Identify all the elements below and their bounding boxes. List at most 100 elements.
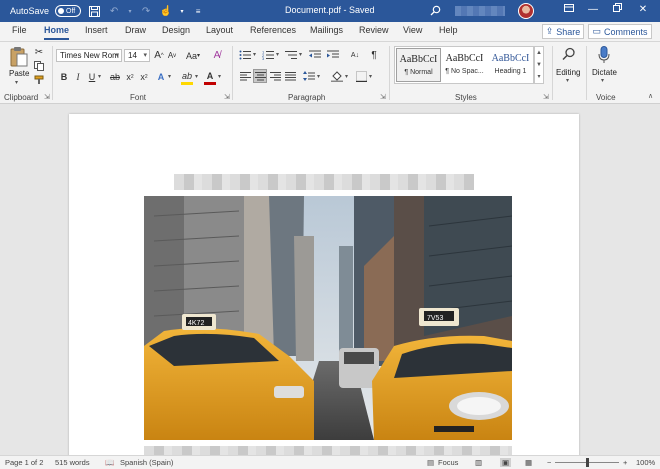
document-area[interactable]: 4K72 7V53	[0, 104, 660, 455]
tab-references[interactable]: References	[250, 25, 296, 35]
style-no-spacing[interactable]: AaBbCcI ¶ No Spac...	[442, 48, 487, 82]
paragraph-launcher-icon[interactable]: ⇲	[380, 93, 386, 101]
find-icon[interactable]	[560, 45, 578, 63]
touch-mode-icon[interactable]: ☝	[159, 4, 173, 18]
justify-icon[interactable]	[283, 70, 297, 82]
align-left-icon[interactable]	[238, 70, 252, 82]
word-count[interactable]: 515 words	[55, 458, 90, 467]
show-formatting-icon[interactable]: ¶	[368, 49, 380, 61]
style-heading-1[interactable]: AaBbCcI Heading 1	[488, 48, 533, 82]
numbering-icon[interactable]: 123	[261, 49, 275, 61]
restore-icon[interactable]	[610, 3, 624, 17]
page-count[interactable]: Page 1 of 2	[5, 458, 43, 467]
superscript-button[interactable]: x2	[138, 70, 150, 83]
document-image[interactable]: 4K72 7V53	[144, 196, 512, 440]
borders-dropdown-icon[interactable]: ▾	[369, 73, 372, 80]
strikethrough-button[interactable]: ab	[108, 70, 122, 83]
undo-icon[interactable]: ↶	[107, 4, 121, 18]
tab-mailings[interactable]: Mailings	[310, 25, 343, 35]
dictate-label[interactable]: Dictate	[592, 68, 617, 77]
paste-icon[interactable]	[8, 46, 30, 68]
tab-design[interactable]: Design	[162, 25, 190, 35]
autosave-toggle[interactable]: Off	[55, 5, 82, 17]
tab-layout[interactable]: Layout	[206, 25, 233, 35]
zoom-slider-thumb[interactable]	[586, 458, 589, 467]
redo-icon[interactable]: ↷	[139, 4, 153, 18]
decrease-indent-icon[interactable]	[308, 49, 322, 61]
print-layout-icon[interactable]: ▣	[500, 458, 512, 467]
bold-button[interactable]: B	[58, 70, 70, 83]
italic-button[interactable]: I	[72, 70, 84, 83]
proofing-icon[interactable]: 📖	[105, 458, 114, 467]
touch-mode-dropdown-icon[interactable]: ▾	[179, 4, 185, 18]
align-right-icon[interactable]	[268, 70, 282, 82]
collapse-ribbon-icon[interactable]: ∧	[648, 92, 653, 100]
undo-dropdown-icon[interactable]: ▾	[127, 4, 133, 18]
search-icon[interactable]	[428, 3, 442, 17]
language[interactable]: Spanish (Spain)	[120, 458, 173, 467]
scroll-down-icon[interactable]: ▼	[535, 59, 543, 71]
clipboard-launcher-icon[interactable]: ⇲	[44, 93, 50, 101]
line-spacing-dropdown-icon[interactable]: ▾	[317, 73, 320, 80]
tab-help[interactable]: Help	[439, 25, 458, 35]
editing-label[interactable]: Editing	[556, 68, 580, 77]
account-name-redacted[interactable]	[455, 6, 505, 16]
paste-dropdown-icon[interactable]: ▾	[15, 79, 18, 86]
tab-view[interactable]: View	[403, 25, 422, 35]
highlight-dropdown-icon[interactable]: ▾	[195, 73, 198, 80]
close-icon[interactable]: ✕	[636, 3, 650, 17]
tab-home[interactable]: Home	[44, 25, 70, 40]
style-normal[interactable]: AaBbCcI ¶ Normal	[396, 48, 441, 82]
zoom-level[interactable]: 100%	[636, 458, 655, 467]
styles-launcher-icon[interactable]: ⇲	[543, 93, 549, 101]
zoom-in-button[interactable]: +	[623, 458, 627, 467]
read-mode-icon[interactable]: ▥	[475, 458, 482, 467]
font-color-dropdown-icon[interactable]: ▾	[218, 73, 221, 80]
save-icon[interactable]	[87, 4, 101, 18]
shrink-font-button[interactable]: Av	[166, 49, 178, 62]
underline-button[interactable]: U	[86, 70, 98, 83]
align-center-icon[interactable]	[253, 69, 267, 83]
paste-label[interactable]: Paste	[9, 69, 29, 78]
minimize-icon[interactable]: —	[586, 3, 600, 17]
grow-font-button[interactable]: A ^	[153, 49, 165, 62]
text-effects-dropdown-icon[interactable]: ▾	[168, 73, 171, 80]
numbering-dropdown-icon[interactable]: ▾	[276, 51, 279, 58]
multilevel-dropdown-icon[interactable]: ▾	[299, 51, 302, 58]
shading-dropdown-icon[interactable]: ▾	[345, 73, 348, 80]
copy-icon[interactable]	[33, 60, 45, 72]
tab-file[interactable]: File	[12, 25, 27, 35]
font-launcher-icon[interactable]: ⇲	[224, 93, 230, 101]
font-color-button[interactable]: A	[204, 69, 216, 82]
dictate-dropdown-icon[interactable]: ▾	[601, 77, 604, 84]
format-painter-icon[interactable]	[33, 74, 45, 86]
multilevel-list-icon[interactable]	[284, 49, 298, 61]
text-effects-button[interactable]: A	[155, 70, 167, 83]
editing-dropdown-icon[interactable]: ▾	[566, 77, 569, 84]
shading-icon[interactable]	[330, 70, 344, 82]
comments-button[interactable]: ▭ Comments	[588, 24, 652, 39]
change-case-button[interactable]: Aa ▾	[184, 49, 202, 62]
line-spacing-icon[interactable]	[302, 70, 316, 82]
cut-icon[interactable]: ✂	[33, 46, 45, 58]
microphone-icon[interactable]	[597, 45, 611, 65]
borders-icon[interactable]	[354, 70, 368, 82]
bullets-icon[interactable]	[238, 49, 252, 61]
document-page[interactable]: 4K72 7V53	[69, 114, 579, 455]
highlight-button[interactable]: ab	[180, 69, 194, 82]
web-layout-icon[interactable]: ▦	[525, 458, 532, 467]
customize-toolbar-icon[interactable]: ≡	[191, 4, 205, 18]
avatar[interactable]	[518, 3, 534, 19]
increase-indent-icon[interactable]	[326, 49, 340, 61]
font-name-combo[interactable]: Times New Rom ▾	[56, 49, 122, 62]
ribbon-display-icon[interactable]	[562, 3, 576, 17]
more-styles-icon[interactable]: ▾	[535, 71, 543, 83]
share-button[interactable]: ⇪ Share	[542, 24, 584, 39]
focus-icon[interactable]: ▤	[427, 458, 434, 467]
scroll-up-icon[interactable]: ▲	[535, 47, 543, 59]
font-size-combo[interactable]: 14 ▾	[124, 49, 150, 62]
tab-insert[interactable]: Insert	[85, 25, 108, 35]
focus-label[interactable]: Focus	[438, 458, 458, 467]
tab-review[interactable]: Review	[359, 25, 389, 35]
tab-draw[interactable]: Draw	[125, 25, 146, 35]
